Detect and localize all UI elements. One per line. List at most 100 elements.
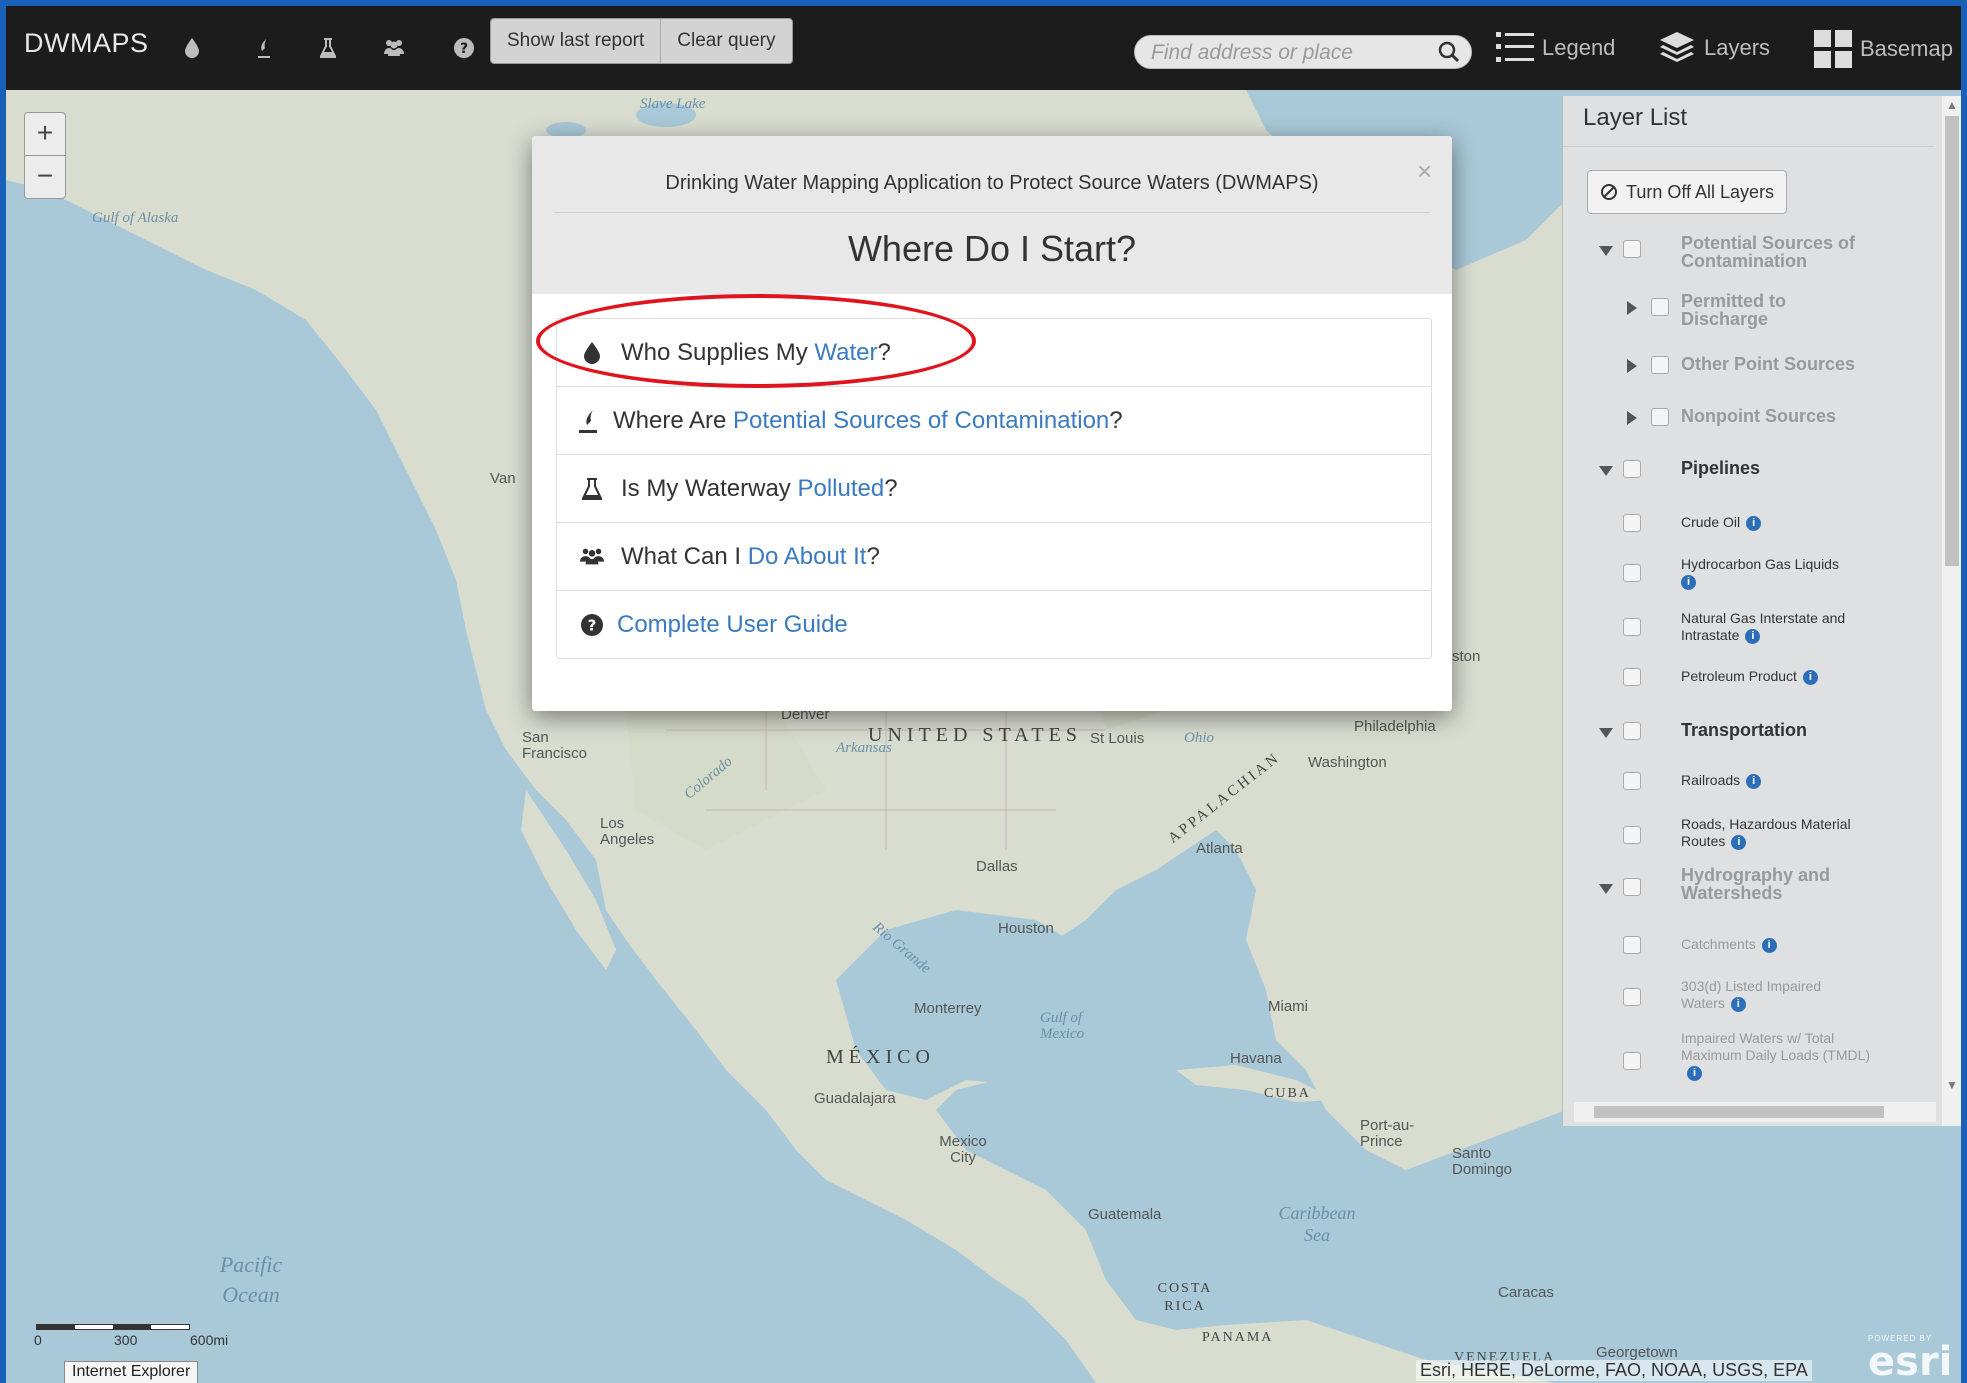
scrollbar-thumb[interactable] <box>1594 1106 1884 1118</box>
menu-item-prefix: Who Supplies My <box>621 338 815 366</box>
menu-item-who-supplies-water[interactable]: Who Supplies My Water? <box>557 319 1431 387</box>
layer-checkbox[interactable] <box>1623 460 1641 478</box>
menu-item-waterway-polluted[interactable]: Is My Waterway Polluted? <box>557 455 1431 523</box>
legend-button[interactable]: Legend <box>1496 30 1615 66</box>
map-label-cuba: CUBA <box>1264 1086 1311 1101</box>
info-icon[interactable]: i <box>1746 773 1762 789</box>
map-label-gulf-alaska: Gulf of Alaska <box>92 210 179 226</box>
menu-item-link[interactable]: Polluted <box>797 475 884 503</box>
layer-checkbox[interactable] <box>1623 722 1641 740</box>
people-icon[interactable] <box>378 32 410 64</box>
basemap-button[interactable]: Basemap <box>1814 30 1953 68</box>
map-label-philadelphia: Philadelphia <box>1354 718 1436 735</box>
info-icon[interactable]: i <box>1731 834 1747 850</box>
expand-right-icon[interactable] <box>1627 301 1637 315</box>
map-label-slave-lake: Slave Lake <box>640 96 706 112</box>
layer-checkbox[interactable] <box>1651 356 1669 374</box>
layer-checkbox[interactable] <box>1623 1052 1641 1070</box>
expand-right-icon[interactable] <box>1627 359 1637 373</box>
contamination-icon <box>575 408 601 434</box>
map-label-houston: Houston <box>998 920 1054 937</box>
layer-checkbox[interactable] <box>1623 936 1641 954</box>
flask-icon <box>579 476 605 502</box>
expand-down-icon[interactable] <box>1599 884 1613 894</box>
turn-off-all-layers-button[interactable]: Turn Off All Layers <box>1587 170 1788 214</box>
layer-list-horizontal-scrollbar[interactable] <box>1574 1102 1936 1122</box>
layer-checkbox[interactable] <box>1651 298 1669 316</box>
zoom-in-button[interactable]: + <box>25 113 65 156</box>
map-label-panama: PANAMA <box>1202 1330 1274 1345</box>
menu-item-user-guide[interactable]: ? Complete User Guide <box>557 591 1431 658</box>
map-label-boston: ston <box>1452 648 1481 665</box>
layers-button[interactable]: Layers <box>1658 30 1770 66</box>
expand-right-icon[interactable] <box>1627 411 1637 425</box>
layer-checkbox[interactable] <box>1651 408 1669 426</box>
zoom-out-button[interactable]: − <box>25 156 65 198</box>
layer-checkbox[interactable] <box>1623 772 1641 790</box>
scale-tick-600: 600mi <box>190 1332 229 1348</box>
map-label-dallas: Dallas <box>976 858 1018 875</box>
map-label-los-angeles: Los Angeles <box>600 815 655 848</box>
browser-tooltip: Internet Explorer <box>64 1361 199 1383</box>
layer-list-panel: Layer List Turn Off All Layers Potential… <box>1562 96 1943 1126</box>
layer-checkbox[interactable] <box>1623 618 1641 636</box>
ban-icon <box>1601 184 1617 200</box>
layer-label: Hydrography and Watersheds <box>1681 865 1831 903</box>
show-last-report-button[interactable]: Show last report <box>491 19 662 63</box>
map-label-san-francisco: San Francisco <box>522 729 588 762</box>
layer-checkbox[interactable] <box>1623 826 1641 844</box>
esri-logo[interactable]: POWERED BY esri <box>1868 1334 1954 1382</box>
layer-checkbox[interactable] <box>1623 988 1641 1006</box>
menu-item-link[interactable]: Potential Sources of Contamination <box>733 407 1109 435</box>
people-icon <box>579 544 605 570</box>
expand-down-icon[interactable] <box>1599 728 1613 738</box>
layer-label: Catchments <box>1681 936 1756 952</box>
info-icon[interactable]: i <box>1761 937 1777 953</box>
layer-checkbox[interactable] <box>1623 240 1641 258</box>
expand-down-icon[interactable] <box>1599 246 1613 256</box>
menu-item-link[interactable]: Water <box>814 339 877 367</box>
flask-icon[interactable] <box>312 32 344 64</box>
map-label-caribbean: Caribbean Sea <box>1278 1203 1356 1245</box>
layer-list-vertical-scrollbar[interactable]: ▲ ▼ <box>1942 96 1961 1126</box>
menu-item-link[interactable]: Do About It <box>748 543 867 571</box>
map-label-washington: Washington <box>1308 754 1387 771</box>
menu-item-link[interactable]: Complete User Guide <box>617 611 848 639</box>
layers-icon <box>1660 32 1694 62</box>
close-button[interactable]: × <box>1417 156 1432 187</box>
info-icon[interactable]: i <box>1730 996 1746 1012</box>
scale-tick-300: 300 <box>114 1332 138 1348</box>
info-icon[interactable]: i <box>1681 574 1696 590</box>
layer-checkbox[interactable] <box>1623 514 1641 532</box>
search-icon[interactable] <box>1437 40 1461 64</box>
layer-checkbox[interactable] <box>1623 564 1641 582</box>
layer-label: Nonpoint Sources <box>1681 406 1837 426</box>
layer-checkbox[interactable] <box>1623 878 1641 896</box>
info-icon[interactable]: i <box>1802 669 1818 685</box>
map-label-ohio: Ohio <box>1184 730 1214 746</box>
layer-label: Petroleum Product <box>1681 668 1797 684</box>
svg-text:?: ? <box>460 41 468 57</box>
layer-label: Pipelines <box>1681 458 1761 478</box>
scrollbar-thumb[interactable] <box>1945 116 1959 566</box>
expand-down-icon[interactable] <box>1599 466 1613 476</box>
menu-item-do-about-it[interactable]: What Can I Do About It? <box>557 523 1431 591</box>
layer-label: Permitted to Discharge <box>1681 291 1787 329</box>
layer-label: Hydrocarbon Gas Liquids <box>1681 556 1839 572</box>
menu-item-potential-sources[interactable]: Where Are Potential Sources of Contamina… <box>557 387 1431 455</box>
map-label-arkansas: Arkansas <box>836 740 892 756</box>
clear-query-button[interactable]: Clear query <box>661 19 792 63</box>
menu-item-suffix: ? <box>884 474 898 502</box>
dialog-title: Where Do I Start? <box>847 228 1137 269</box>
search-input[interactable] <box>1149 36 1423 70</box>
help-icon[interactable]: ? <box>448 32 480 64</box>
layer-checkbox[interactable] <box>1623 668 1641 686</box>
info-icon[interactable]: i <box>1687 1065 1702 1081</box>
esri-powered-by: POWERED BY <box>1868 1334 1933 1343</box>
contamination-icon[interactable] <box>248 32 280 64</box>
water-drop-icon[interactable] <box>176 32 208 64</box>
info-icon[interactable]: i <box>1745 628 1761 644</box>
layer-label: Natural Gas Interstate and Intrastate <box>1681 610 1846 643</box>
layers-label: Layers <box>1704 35 1771 60</box>
info-icon[interactable]: i <box>1746 515 1762 531</box>
